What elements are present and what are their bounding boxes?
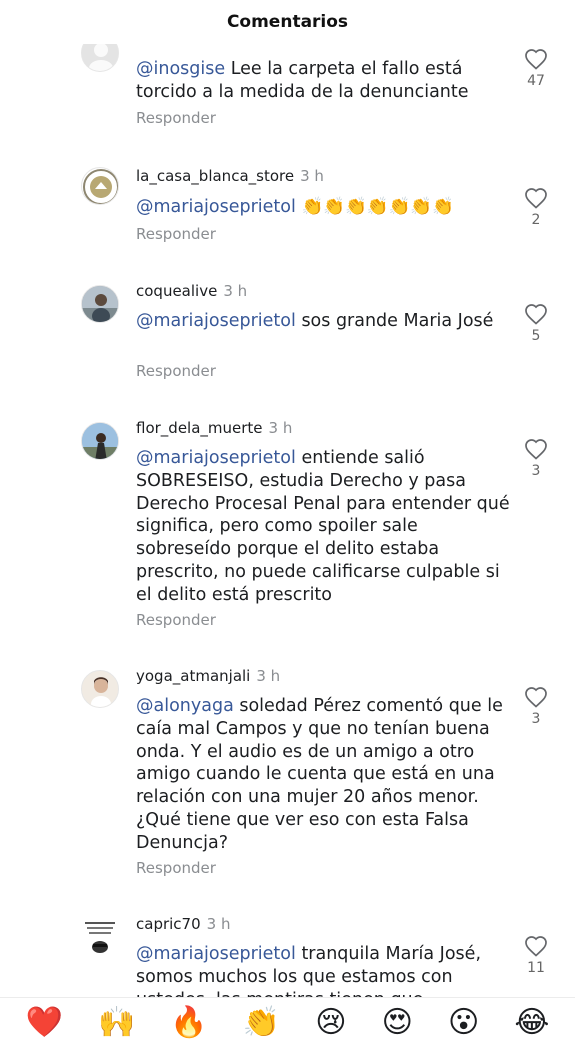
like-column: 3 bbox=[517, 438, 555, 479]
avatar[interactable] bbox=[81, 167, 119, 205]
mention-link[interactable]: @mariajoseprietol bbox=[136, 311, 296, 331]
timestamp: 3 h bbox=[223, 282, 248, 300]
comment-text: @alonyaga soledad Pérez comentó que le c… bbox=[136, 696, 503, 853]
heart-icon[interactable] bbox=[524, 686, 548, 708]
comment-text: @mariajoseprietol sos grande Maria José bbox=[136, 311, 494, 331]
like-column: 2 bbox=[517, 187, 555, 228]
person-icon bbox=[82, 423, 118, 459]
timestamp: 3 h bbox=[206, 915, 231, 933]
mention-link[interactable]: @mariajoseprietol bbox=[136, 197, 296, 217]
comment-text: @mariajoseprietol 👏👏👏👏👏👏👏 bbox=[136, 197, 454, 217]
person-icon bbox=[82, 671, 118, 707]
comment-meta: yoga_atmanjali 3 h bbox=[136, 667, 280, 685]
like-column: 11 bbox=[517, 935, 555, 976]
header: Comentarios bbox=[0, 0, 575, 44]
comment-meta: capric70 3 h bbox=[136, 915, 230, 933]
laughing-emoji-button[interactable]: 😂 bbox=[514, 1008, 549, 1038]
reply-button[interactable]: Responder bbox=[136, 362, 216, 380]
avatar[interactable] bbox=[81, 422, 119, 460]
like-column: 3 bbox=[517, 686, 555, 727]
heart-icon[interactable] bbox=[524, 187, 548, 209]
mention-link[interactable]: @alonyaga bbox=[136, 696, 234, 716]
raised-hands-emoji-button[interactable]: 🙌 bbox=[98, 1008, 135, 1038]
reply-button[interactable]: Responder bbox=[136, 611, 216, 629]
username[interactable]: capric70 bbox=[136, 915, 201, 933]
like-count: 3 bbox=[531, 463, 541, 479]
timestamp: 3 h bbox=[256, 667, 281, 685]
comment-text: @mariajoseprietol entiende salió SOBRESE… bbox=[136, 448, 510, 605]
heart-eyes-emoji-button[interactable]: 😍 bbox=[382, 1008, 413, 1038]
like-column: 47 bbox=[517, 48, 555, 89]
mention-link[interactable]: @mariajoseprietol bbox=[136, 448, 296, 468]
mention-link[interactable]: @inosgise bbox=[136, 59, 225, 79]
meme-icon bbox=[81, 918, 119, 956]
heart-icon[interactable] bbox=[524, 935, 548, 957]
like-column: 5 bbox=[517, 303, 555, 344]
reply-button[interactable]: Responder bbox=[136, 109, 216, 127]
emoji-reaction-bar: ❤️ 🙌 🔥 👏 😢 😍 😮 😂 bbox=[0, 997, 575, 1048]
comments-list[interactable]: @inosgise Lee la carpeta el fallo está t… bbox=[0, 44, 575, 997]
comment-meta: la_casa_blanca_store 3 h bbox=[136, 167, 324, 185]
heart-icon[interactable] bbox=[524, 48, 548, 70]
house-logo-icon bbox=[83, 169, 118, 204]
timestamp: 3 h bbox=[268, 419, 293, 437]
username[interactable]: coquealive bbox=[136, 282, 217, 300]
fire-emoji-button[interactable]: 🔥 bbox=[170, 1008, 207, 1038]
reply-button[interactable]: Responder bbox=[136, 225, 216, 243]
username[interactable]: yoga_atmanjali bbox=[136, 667, 250, 685]
like-count: 5 bbox=[531, 328, 541, 344]
person-icon bbox=[82, 286, 118, 322]
crying-emoji-button[interactable]: 😢 bbox=[315, 1008, 346, 1038]
username[interactable]: flor_dela_muerte bbox=[136, 419, 263, 437]
avatar[interactable] bbox=[81, 44, 119, 72]
avatar[interactable] bbox=[81, 285, 119, 323]
clapping-emoji-button[interactable]: 👏 bbox=[243, 1008, 280, 1038]
reply-button[interactable]: Responder bbox=[136, 859, 216, 877]
username[interactable]: la_casa_blanca_store bbox=[136, 167, 294, 185]
comment-meta: coquealive 3 h bbox=[136, 282, 247, 300]
comment-text: @mariajoseprietol tranquila María José, … bbox=[136, 944, 482, 997]
comment-text: @inosgise Lee la carpeta el fallo está t… bbox=[136, 59, 469, 102]
heart-emoji-button[interactable]: ❤️ bbox=[26, 1008, 63, 1038]
person-icon bbox=[89, 44, 113, 71]
avatar[interactable] bbox=[81, 918, 119, 956]
page-title: Comentarios bbox=[226, 12, 349, 32]
like-count: 47 bbox=[527, 73, 545, 89]
comment-meta: flor_dela_muerte 3 h bbox=[136, 419, 292, 437]
mention-link[interactable]: @mariajoseprietol bbox=[136, 944, 296, 964]
timestamp: 3 h bbox=[300, 167, 324, 185]
surprised-emoji-button[interactable]: 😮 bbox=[448, 1008, 479, 1038]
like-count: 3 bbox=[531, 711, 541, 727]
avatar[interactable] bbox=[81, 670, 119, 708]
heart-icon[interactable] bbox=[524, 303, 548, 325]
like-count: 2 bbox=[531, 212, 541, 228]
like-count: 11 bbox=[527, 960, 545, 976]
heart-icon[interactable] bbox=[524, 438, 548, 460]
